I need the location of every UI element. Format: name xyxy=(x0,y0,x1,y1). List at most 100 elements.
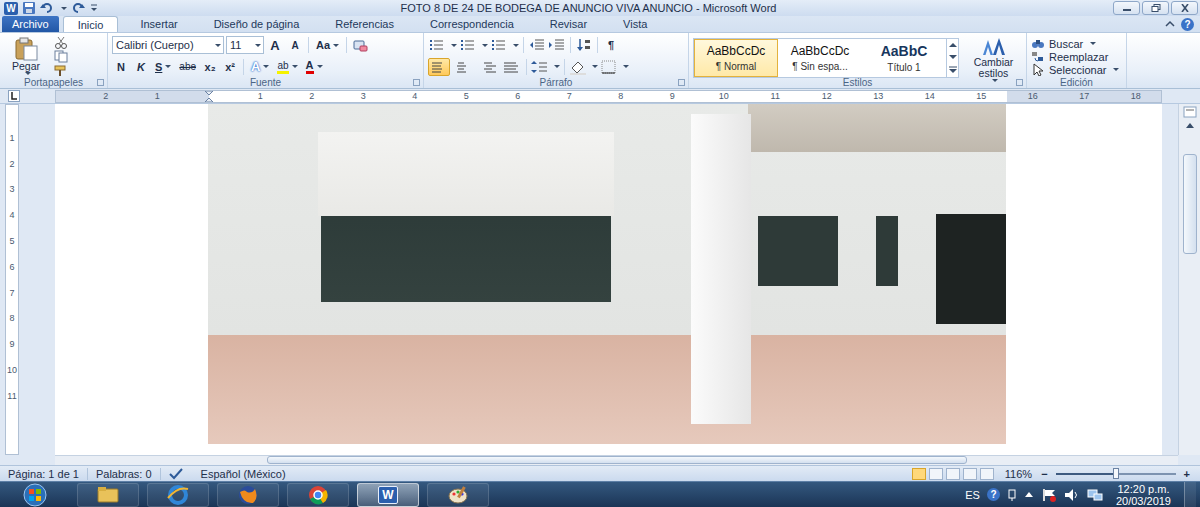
borders-icon[interactable] xyxy=(600,59,618,75)
view-button[interactable] xyxy=(946,468,960,480)
align-icon[interactable] xyxy=(476,58,498,76)
grow-font-button[interactable]: A xyxy=(266,36,284,54)
zoom-in-button[interactable]: + xyxy=(1182,468,1192,480)
scroll-thumb[interactable] xyxy=(267,456,967,464)
indent-marker-icon[interactable] xyxy=(205,91,213,102)
ribbon-tab[interactable]: Diseño de página xyxy=(200,16,314,32)
paste-button[interactable]: Pegar xyxy=(4,35,48,76)
close-button[interactable] xyxy=(1171,1,1198,15)
align-icon[interactable] xyxy=(428,58,450,76)
dialog-launcher[interactable] xyxy=(413,79,420,86)
show-hidden-icon[interactable] xyxy=(1024,490,1034,500)
underline-button[interactable]: S xyxy=(152,58,174,76)
italic-button[interactable]: K xyxy=(132,58,150,76)
view-button[interactable] xyxy=(980,468,994,480)
scroll-up-icon[interactable] xyxy=(1185,121,1195,129)
taskbar-app[interactable] xyxy=(147,483,209,507)
more-icon[interactable] xyxy=(949,66,957,74)
taskbar-app[interactable]: W xyxy=(357,483,419,507)
start-button[interactable] xyxy=(19,483,51,507)
customize-icon[interactable] xyxy=(89,1,99,15)
bullets-icon[interactable] xyxy=(428,37,446,53)
group-label-text: Estilos xyxy=(843,77,872,88)
strikethrough-button[interactable]: abe xyxy=(176,58,199,76)
redo-icon[interactable] xyxy=(71,1,85,15)
language-bar-icon[interactable] xyxy=(1007,489,1017,501)
find-button[interactable]: Buscar xyxy=(1031,37,1119,50)
minimize-button[interactable] xyxy=(1113,1,1140,15)
dropdown-arrow-icon xyxy=(992,79,998,82)
dialog-launcher[interactable] xyxy=(97,79,104,86)
zoom-thumb[interactable] xyxy=(1113,468,1119,479)
taskbar-app[interactable] xyxy=(427,483,489,507)
line-spacing-icon[interactable] xyxy=(531,59,549,75)
ribbon-tab[interactable]: Insertar xyxy=(126,16,191,32)
shading-icon[interactable] xyxy=(569,59,587,75)
superscript-button[interactable]: x² xyxy=(221,58,239,76)
highlight-button[interactable]: ab xyxy=(274,58,300,76)
save-icon[interactable] xyxy=(22,1,36,15)
bold-button[interactable]: N xyxy=(112,58,130,76)
view-button[interactable] xyxy=(912,468,926,480)
group-label: Edición xyxy=(1027,76,1126,88)
clear-format-icon[interactable] xyxy=(351,37,369,53)
view-ruler-icon[interactable] xyxy=(1183,106,1197,118)
scroll-up-icon[interactable] xyxy=(949,42,957,48)
zoom-out-button[interactable]: − xyxy=(1039,468,1049,480)
shrink-font-button[interactable]: A xyxy=(286,36,304,54)
view-button[interactable] xyxy=(963,468,977,480)
change-case-button[interactable]: Aa xyxy=(313,36,342,54)
ribbon-tab[interactable]: Inicio xyxy=(63,16,119,32)
help-button[interactable]: ? xyxy=(1181,18,1194,31)
format-painter-icon[interactable] xyxy=(54,64,68,77)
view-button[interactable] xyxy=(929,468,943,480)
style-item[interactable]: AaBbCTítulo 1 xyxy=(862,39,946,77)
align-icon[interactable] xyxy=(500,58,522,76)
show-formatting-button[interactable]: ¶ xyxy=(602,36,620,54)
clock[interactable]: 12:20 p.m.20/03/2019 xyxy=(1110,483,1177,507)
volume-icon[interactable] xyxy=(1064,488,1080,502)
select-button[interactable]: Seleccionar xyxy=(1031,63,1119,76)
network-icon[interactable] xyxy=(1087,488,1103,502)
undo-icon[interactable] xyxy=(40,1,54,15)
scroll-down-icon[interactable] xyxy=(949,54,957,60)
proofing-icon[interactable] xyxy=(169,468,183,480)
align-icon[interactable] xyxy=(452,58,474,76)
taskbar-app[interactable] xyxy=(287,483,349,507)
cut-icon[interactable] xyxy=(54,36,68,49)
font-size-box[interactable]: 11 xyxy=(226,36,264,54)
minimize-ribbon-icon[interactable] xyxy=(1165,19,1175,29)
scroll-thumb[interactable] xyxy=(1183,154,1197,254)
input-language[interactable]: ES xyxy=(965,489,980,501)
replace-button[interactable]: Reemplazar xyxy=(1031,50,1119,63)
ribbon-tab[interactable]: Vista xyxy=(609,16,661,32)
dialog-launcher[interactable] xyxy=(678,79,685,86)
ribbon-tab[interactable]: Referencias xyxy=(321,16,408,32)
text-effects-button[interactable]: A xyxy=(248,58,272,76)
action-center-icon[interactable] xyxy=(1041,488,1057,502)
zoom-percent[interactable]: 116% xyxy=(1005,468,1032,480)
ribbon-tab[interactable]: Correspondencia xyxy=(416,16,528,32)
sort-icon[interactable] xyxy=(575,37,593,53)
subscript-button[interactable]: x₂ xyxy=(201,58,219,76)
copy-icon[interactable] xyxy=(54,50,68,63)
multilevel-list-icon[interactable] xyxy=(490,37,508,53)
font-name-box[interactable]: Calibri (Cuerpo) xyxy=(112,36,224,54)
decrease-indent-icon[interactable] xyxy=(528,37,546,53)
style-item[interactable]: AaBbCcDc¶ Normal xyxy=(694,39,778,77)
restore-button[interactable] xyxy=(1142,1,1169,15)
tab-stop-icon[interactable] xyxy=(8,90,20,102)
numbering-icon[interactable] xyxy=(459,37,477,53)
taskbar-app[interactable] xyxy=(77,483,139,507)
increase-indent-icon[interactable] xyxy=(548,37,566,53)
dialog-launcher[interactable] xyxy=(1016,79,1023,86)
taskbar-app[interactable] xyxy=(217,483,279,507)
show-desktop-button[interactable] xyxy=(1184,482,1196,507)
ribbon-tab[interactable]: Revisar xyxy=(536,16,601,32)
font-color-button[interactable]: A xyxy=(303,58,326,76)
style-item[interactable]: AaBbCcDc¶ Sin espa... xyxy=(778,39,862,77)
file-tab[interactable]: Archivo xyxy=(2,16,59,32)
change-styles-button[interactable]: Cambiar estilos xyxy=(965,35,1022,76)
windows-logo-icon xyxy=(23,483,47,507)
language-help-button[interactable]: ? xyxy=(987,488,1000,501)
